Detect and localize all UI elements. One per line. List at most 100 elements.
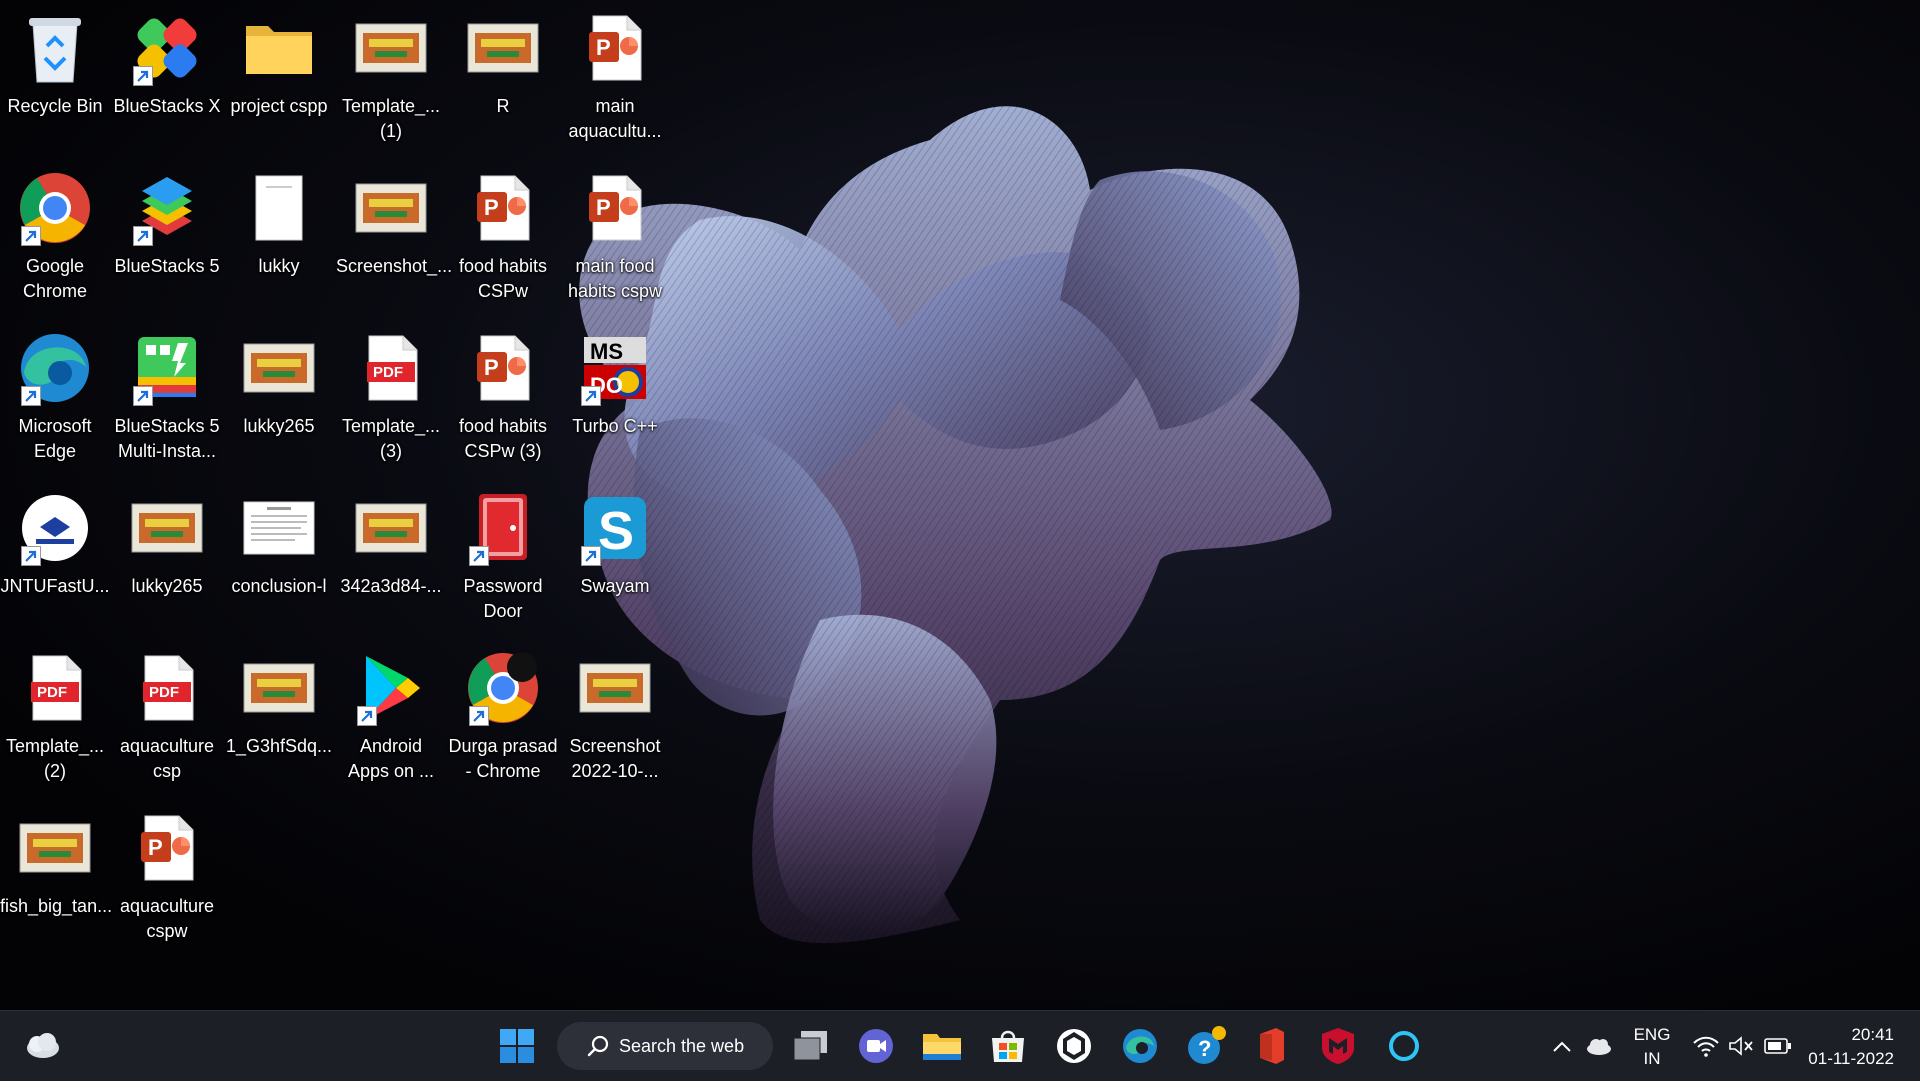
desktop-shortcut[interactable]: JNTUFastU... [0, 480, 110, 630]
clock[interactable]: 20:41 01-11-2022 [1800, 1023, 1916, 1071]
desktop-shortcut[interactable]: conclusion-l [224, 480, 334, 630]
desktop-shortcut-label: R [496, 96, 510, 116]
widget-app-button[interactable] [1049, 1021, 1099, 1071]
shortcut-arrow-icon [357, 706, 377, 726]
desktop-shortcut[interactable]: 1_G3hfSdq... [224, 640, 334, 790]
desktop-shortcut[interactable]: Paquaculture cspw [112, 800, 222, 950]
desktop-shortcut-label: main food habits cspw [567, 256, 663, 301]
desktop-shortcut-label: lukky265 [131, 576, 203, 596]
powerpoint-file-icon: P [127, 808, 207, 888]
shortcut-arrow-icon [21, 386, 41, 406]
desktop-shortcut[interactable]: Recycle Bin [0, 0, 110, 150]
desktop-shortcut[interactable]: BlueStacks 5 [112, 160, 222, 310]
svg-text:P: P [484, 355, 499, 380]
svg-text:P: P [596, 195, 611, 220]
desktop-shortcut[interactable]: project cspp [224, 0, 334, 150]
teams-chat-button[interactable] [851, 1021, 901, 1071]
desktop-shortcut[interactable]: PDF Template_... (2) [0, 640, 110, 790]
office-button[interactable] [1247, 1021, 1297, 1071]
desktop-shortcut[interactable]: Password Door [448, 480, 558, 630]
desktop-shortcut-label: Template_... (1) [341, 96, 441, 141]
document-thumbnail-icon [239, 488, 319, 568]
search-label: Search the web [619, 1035, 745, 1056]
desktop-shortcut[interactable]: PDF Template_... (3) [336, 320, 446, 470]
desktop-shortcut-label: BlueStacks X [113, 96, 221, 116]
desktop-shortcut[interactable]: 342a3d84-... [336, 480, 446, 630]
desktop-icon-grid: Recycle Bin BlueStacks X project cspp Templ… [0, 0, 680, 1000]
desktop-shortcut-label: Template_... (2) [5, 736, 105, 781]
desktop-shortcut[interactable]: BlueStacks 5 Multi-Insta... [112, 320, 222, 470]
chevron-up-icon [1553, 1041, 1571, 1052]
weather-widget[interactable] [18, 1021, 68, 1071]
file-explorer-button[interactable] [917, 1021, 967, 1071]
desktop-shortcut[interactable]: Screenshot_... [336, 160, 452, 310]
microsoft-store-button[interactable] [983, 1021, 1033, 1071]
clock-date: 01-11-2022 [1808, 1049, 1894, 1068]
task-view-button[interactable] [786, 1021, 836, 1071]
desktop-shortcut[interactable]: lukky [224, 160, 334, 310]
desktop-shortcut-label: Microsoft Edge [18, 416, 92, 461]
desktop-shortcut-label: food habits CSPw (3) [458, 416, 548, 461]
recycle-bin-icon [15, 8, 95, 88]
shortcut-arrow-icon [581, 546, 601, 566]
desktop-shortcut[interactable]: MS DO Turbo C++ [560, 320, 670, 470]
powerpoint-file-icon: P [463, 168, 543, 248]
language-indicator[interactable]: ENG IN [1628, 1023, 1676, 1071]
desktop-shortcut[interactable]: lukky265 [224, 320, 334, 470]
teams-chat-icon [859, 1029, 893, 1063]
shortcut-arrow-icon [133, 66, 153, 86]
desktop-shortcut-label: lukky265 [243, 416, 315, 436]
battery-icon [1764, 1038, 1791, 1054]
desktop-shortcut[interactable]: Pfood habits CSPw (3) [448, 320, 558, 470]
desktop-shortcut-label: Recycle Bin [7, 96, 103, 116]
desktop-shortcut-label: 1_G3hfSdq... [225, 736, 333, 756]
desktop-shortcut[interactable]: Durga prasad - Chrome [448, 640, 558, 790]
taskbar-search-box[interactable]: Search the web [557, 1022, 773, 1070]
desktop-shortcut-label: Google Chrome [22, 256, 88, 301]
desktop-shortcut[interactable]: Template_... (1) [336, 0, 446, 150]
microsoft-store-icon [992, 1030, 1024, 1062]
desktop-shortcut[interactable]: fish_big_tan... [0, 800, 112, 950]
battery-button[interactable] [1753, 1021, 1803, 1071]
get-help-button[interactable]: ? [1181, 1021, 1231, 1071]
shortcut-arrow-icon [21, 546, 41, 566]
desktop-shortcut-label: Template_... (3) [341, 416, 441, 461]
edge-taskbar-button[interactable] [1115, 1021, 1165, 1071]
desktop-shortcut[interactable]: Android Apps on ... [336, 640, 446, 790]
cortana-button[interactable] [1379, 1021, 1429, 1071]
image-thumbnail-icon [351, 488, 431, 568]
desktop-shortcut[interactable]: BlueStacks X [112, 0, 222, 150]
desktop-shortcut[interactable]: R [448, 0, 558, 150]
svg-text:S: S [598, 501, 634, 561]
onedrive-button[interactable] [1574, 1021, 1624, 1071]
chrome-icon [15, 168, 95, 248]
desktop-shortcut[interactable]: Pmain food habits cspw [560, 160, 670, 310]
desktop-shortcut[interactable]: Google Chrome [0, 160, 110, 310]
desktop-shortcut[interactable]: lukky265 [112, 480, 222, 630]
document-icon [239, 168, 319, 248]
desktop-shortcut-label: Android Apps on ... [347, 736, 435, 781]
desktop-shortcut[interactable]: Pmain aquacultu... [560, 0, 670, 150]
image-thumbnail-icon [351, 168, 431, 248]
desktop-shortcut-label: project cspp [230, 96, 328, 116]
pdf-file-icon: PDF [15, 648, 95, 728]
start-button[interactable] [492, 1021, 542, 1071]
desktop-shortcut[interactable]: S Swayam [560, 480, 670, 630]
desktop-shortcut-label: JNTUFastU... [0, 576, 110, 596]
region-code: IN [1643, 1049, 1661, 1068]
desktop-shortcut[interactable]: Screenshot 2022-10-... [560, 640, 670, 790]
svg-text:PDF: PDF [373, 364, 403, 381]
image-thumbnail-icon [239, 328, 319, 408]
mcafee-button[interactable] [1313, 1021, 1363, 1071]
bluestacks-x-icon [127, 8, 207, 88]
svg-text:P: P [596, 35, 611, 60]
bluestacks-icon [127, 168, 207, 248]
desktop-shortcut-label: food habits CSPw [458, 256, 548, 301]
powerpoint-file-icon: P [575, 8, 655, 88]
desktop-shortcut[interactable]: PDF aquaculture csp [112, 640, 222, 790]
desktop-shortcut-label: aquaculture cspw [119, 896, 215, 941]
desktop-shortcut[interactable]: Microsoft Edge [0, 320, 110, 470]
folder-icon [239, 8, 319, 88]
weather-icon [27, 1033, 59, 1058]
desktop-shortcut[interactable]: Pfood habits CSPw [448, 160, 558, 310]
